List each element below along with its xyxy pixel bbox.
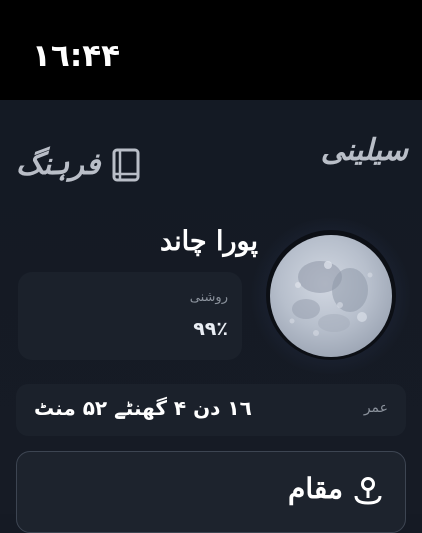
location-title: مقام <box>288 472 344 505</box>
illumination-value: ۹۹٪ <box>193 318 228 340</box>
moon-age-label: عمر <box>363 400 388 416</box>
illumination-label: روشنی <box>189 290 228 305</box>
moon-age-card: عمر ١٦ دن ۴ گھنٹے ۵۲ منٹ <box>16 384 406 436</box>
status-time: ١٦:۴۴ <box>32 38 121 74</box>
moon-image <box>270 235 392 357</box>
location-card[interactable] <box>16 451 406 533</box>
illumination-card: روشنی ۹۹٪ <box>18 272 242 360</box>
app-title: سیلینی <box>320 133 408 168</box>
moon-age-value: ١٦ دن ۴ گھنٹے ۵۲ منٹ <box>34 396 252 420</box>
location-pin-icon <box>354 477 382 505</box>
dictionary-label: فرہنگ <box>16 147 101 182</box>
status-bar: ١٦:۴۴ <box>0 0 422 100</box>
dictionary-button[interactable]: فرہنگ <box>16 147 140 182</box>
moon-surface <box>289 261 373 336</box>
moon-phase-name: پورا چاند <box>160 226 259 257</box>
book-icon <box>112 148 140 181</box>
